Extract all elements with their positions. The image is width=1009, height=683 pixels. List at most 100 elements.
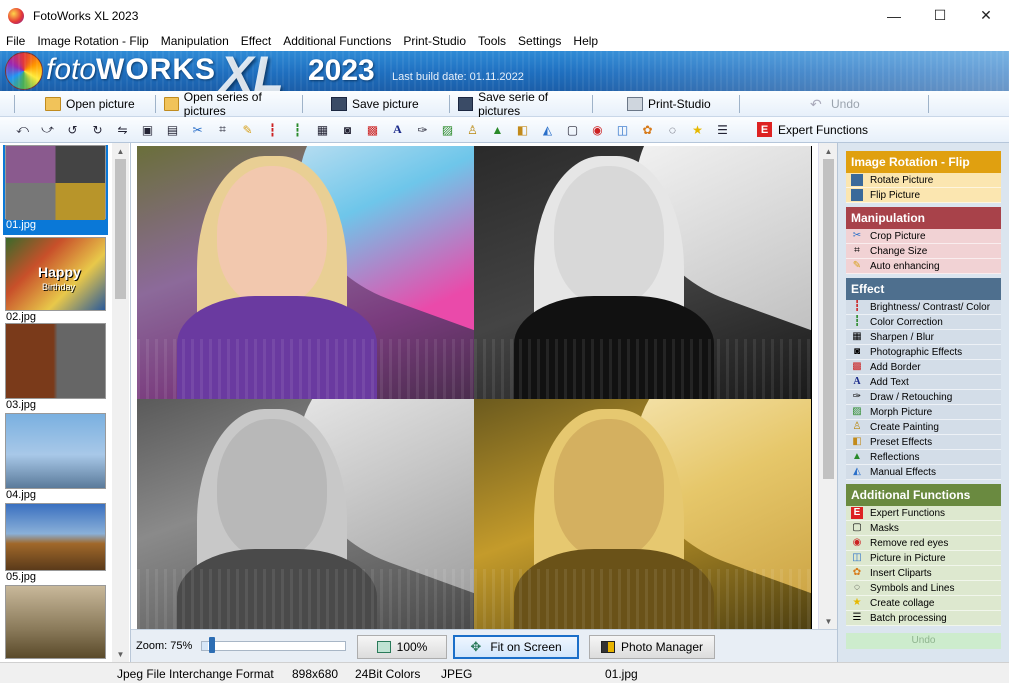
image-canvas[interactable] bbox=[137, 146, 812, 629]
panel-item-preset-effects[interactable]: ◧ Preset Effects bbox=[846, 435, 1001, 450]
box-icon[interactable]: ▣ bbox=[139, 121, 156, 138]
menu-print-studio[interactable]: Print-Studio bbox=[397, 31, 472, 51]
scroll-up-icon[interactable]: ▲ bbox=[112, 143, 129, 159]
menu-tools[interactable]: Tools bbox=[472, 31, 512, 51]
photo-manager-button[interactable]: Photo Manager bbox=[589, 635, 715, 659]
fit-on-screen-button[interactable]: ✥ Fit on Screen bbox=[453, 635, 579, 659]
scroll-down-icon[interactable]: ▼ bbox=[820, 613, 837, 629]
scissors-icon[interactable]: ✂ bbox=[189, 121, 206, 138]
reflection-icon[interactable]: ◭ bbox=[539, 121, 556, 138]
color-icon[interactable]: ┇ bbox=[289, 121, 306, 138]
panel-item-auto-enhancing[interactable]: ✎ Auto enhancing bbox=[846, 259, 1001, 274]
panel-item-symbols-lines[interactable]: ◌ Symbols and Lines bbox=[846, 581, 1001, 596]
panel-item-sharpen-blur[interactable]: ▦ Sharpen / Blur bbox=[846, 330, 1001, 345]
section-header[interactable]: Image Rotation - Flip bbox=[846, 151, 1001, 173]
canvas-scrollbar[interactable]: ▲ ▼ bbox=[818, 143, 837, 629]
panel-item-flip-picture[interactable]: Flip Picture bbox=[846, 188, 1001, 203]
levels-icon[interactable]: ┇ bbox=[264, 121, 281, 138]
panel-item-add-border[interactable]: ▩ Add Border bbox=[846, 360, 1001, 375]
panel-item-create-painting[interactable]: ♙ Create Painting bbox=[846, 420, 1001, 435]
paint-icon[interactable]: ♙ bbox=[464, 121, 481, 138]
border-icon[interactable]: ▩ bbox=[364, 121, 381, 138]
zoom-slider[interactable] bbox=[201, 641, 346, 651]
menu-effect[interactable]: Effect bbox=[235, 31, 277, 51]
menu-additional-functions[interactable]: Additional Functions bbox=[277, 31, 397, 51]
menu-help[interactable]: Help bbox=[567, 31, 604, 51]
panel-item-crop-picture[interactable]: ✂ Crop Picture bbox=[846, 229, 1001, 244]
panel-item-draw-retouching[interactable]: ✑ Draw / Retouching bbox=[846, 390, 1001, 405]
section-header[interactable]: Manipulation bbox=[846, 207, 1001, 229]
film-icon[interactable]: ▤ bbox=[164, 121, 181, 138]
scroll-thumb[interactable] bbox=[115, 159, 126, 299]
menu-manipulation[interactable]: Manipulation bbox=[155, 31, 235, 51]
wand-icon[interactable]: ✎ bbox=[239, 121, 256, 138]
thumbnail-item[interactable]: 01.jpg bbox=[3, 145, 108, 235]
save-series-button[interactable]: Save serie of pictures bbox=[452, 90, 592, 118]
open-picture-button[interactable]: Open picture bbox=[39, 93, 155, 115]
zoom-slider-handle[interactable] bbox=[209, 637, 215, 653]
panel-item-insert-cliparts[interactable]: ✿ Insert Cliparts bbox=[846, 566, 1001, 581]
section-header[interactable]: Additional Functions bbox=[846, 484, 1001, 506]
flip-icon[interactable]: ⇋ bbox=[114, 121, 131, 138]
scroll-up-icon[interactable]: ▲ bbox=[820, 143, 837, 159]
maximize-button[interactable]: ☐ bbox=[917, 0, 963, 31]
text-icon[interactable]: A bbox=[389, 121, 406, 138]
pip-icon[interactable]: ◫ bbox=[614, 121, 631, 138]
minimize-button[interactable]: — bbox=[871, 0, 917, 31]
red-eye-icon[interactable]: ◉ bbox=[589, 121, 606, 138]
symbol-icon[interactable]: ◌ bbox=[664, 121, 681, 138]
crop-icon[interactable]: ⌗ bbox=[214, 121, 231, 138]
star-icon[interactable]: ★ bbox=[689, 121, 706, 138]
mask-icon[interactable]: ▢ bbox=[564, 121, 581, 138]
menu-settings[interactable]: Settings bbox=[512, 31, 567, 51]
panel-item-expert-functions[interactable]: E Expert Functions bbox=[846, 506, 1001, 521]
panel-item-photographic-effects[interactable]: ◙ Photographic Effects bbox=[846, 345, 1001, 360]
preset-icon[interactable]: ◧ bbox=[514, 121, 531, 138]
open-series-button[interactable]: Open series of pictures bbox=[158, 90, 302, 118]
rotate-ccw-icon[interactable]: ↺ bbox=[64, 121, 81, 138]
thumbnail-item[interactable]: 04.jpg bbox=[3, 413, 108, 503]
thumbnail-item[interactable]: Happy Birthday 02.jpg bbox=[3, 237, 108, 325]
panel-item-change-size[interactable]: ⌗ Change Size bbox=[846, 244, 1001, 259]
panel-item-morph-picture[interactable]: ▨ Morph Picture bbox=[846, 405, 1001, 420]
close-button[interactable]: ✕ bbox=[963, 0, 1009, 31]
panel-item-remove-red-eyes[interactable]: ◉ Remove red eyes bbox=[846, 536, 1001, 551]
save-picture-button[interactable]: Save picture bbox=[325, 93, 449, 115]
section-header[interactable]: Effect bbox=[846, 278, 1001, 300]
menu-image-rotation[interactable]: Image Rotation - Flip bbox=[31, 31, 154, 51]
panel-item-color-correction[interactable]: ┇ Color Correction bbox=[846, 315, 1001, 330]
panel-item-masks[interactable]: ▢ Masks bbox=[846, 521, 1001, 536]
sharpen-icon[interactable]: ▦ bbox=[314, 121, 331, 138]
scroll-thumb[interactable] bbox=[823, 159, 834, 479]
panel-item-brightness[interactable]: ┇ Brightness/ Contrast/ Color bbox=[846, 300, 1001, 315]
panel-item-reflections[interactable]: ▲ Reflections bbox=[846, 450, 1001, 465]
camera-icon[interactable]: ◙ bbox=[339, 121, 356, 138]
zoom-100-button[interactable]: 100% bbox=[357, 635, 447, 659]
thumbnail-scrollbar[interactable]: ▲ ▼ bbox=[112, 143, 129, 662]
panel-undo-button[interactable]: Undo bbox=[846, 633, 1001, 649]
panel-item-manual-effects[interactable]: ◭ Manual Effects bbox=[846, 465, 1001, 480]
draw-icon[interactable]: ✑ bbox=[414, 121, 431, 138]
landscape-icon[interactable]: ▲ bbox=[489, 121, 506, 138]
undo-button[interactable]: ↶ Undo bbox=[804, 93, 866, 115]
rotate-cw-icon[interactable]: ↻ bbox=[89, 121, 106, 138]
rotate-left-icon[interactable]: ⤺ bbox=[14, 121, 31, 138]
menu-file[interactable]: File bbox=[0, 31, 31, 51]
panel-item-batch-processing[interactable]: ☰ Batch processing bbox=[846, 611, 1001, 626]
thumbnail-item[interactable] bbox=[3, 585, 108, 661]
print-studio-button[interactable]: Print-Studio bbox=[621, 93, 739, 115]
clipart-icon[interactable]: ✿ bbox=[639, 121, 656, 138]
panel-item-picture-in-picture[interactable]: ◫ Picture in Picture bbox=[846, 551, 1001, 566]
thumbnail-item[interactable]: 03.jpg bbox=[3, 323, 108, 413]
panel-item-rotate-picture[interactable]: Rotate Picture bbox=[846, 173, 1001, 188]
panel-item-add-text[interactable]: A Add Text bbox=[846, 375, 1001, 390]
symbol-icon: ◌ bbox=[854, 582, 860, 593]
thumbnail-item[interactable]: 05.jpg bbox=[3, 503, 108, 587]
morph-icon[interactable]: ▨ bbox=[439, 121, 456, 138]
expert-functions-button[interactable]: E Expert Functions bbox=[757, 122, 868, 137]
panel-item-create-collage[interactable]: ★ Create collage bbox=[846, 596, 1001, 611]
batch-icon[interactable]: ☰ bbox=[714, 121, 731, 138]
scroll-down-icon[interactable]: ▼ bbox=[112, 646, 129, 662]
rotate-right-icon[interactable]: ⤻ bbox=[39, 121, 56, 138]
pip-icon: ◫ bbox=[852, 552, 862, 563]
